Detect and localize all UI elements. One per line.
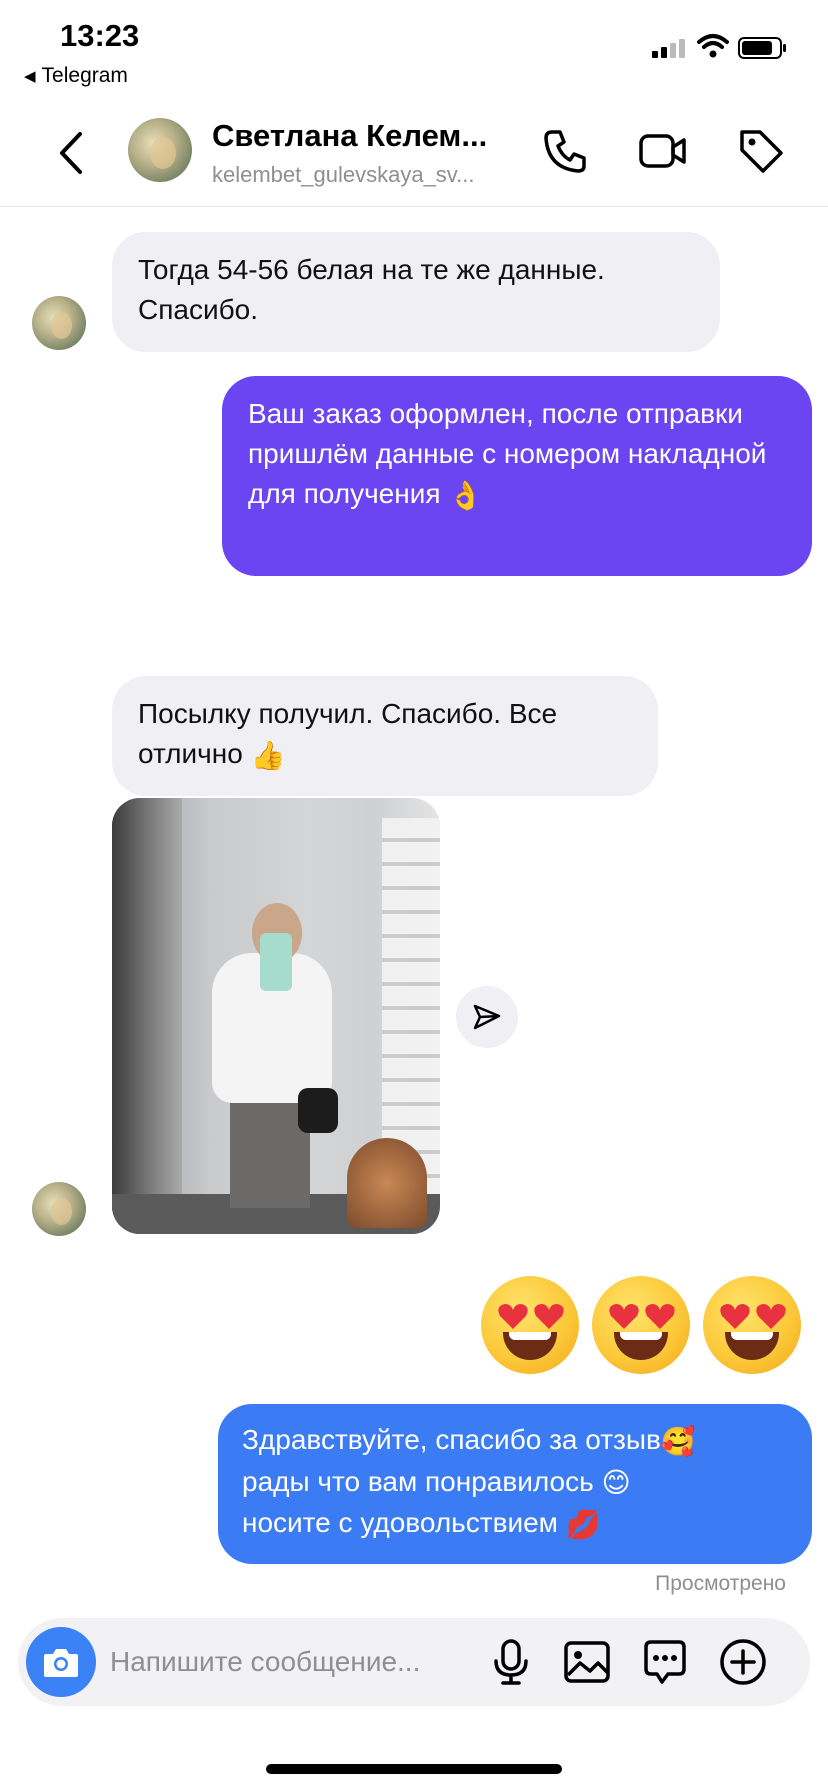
contact-username[interactable]: kelembet_gulevskaya_sv... <box>212 162 475 188</box>
message-input[interactable] <box>110 1640 490 1684</box>
heart-eyes-emoji <box>703 1276 801 1374</box>
back-triangle-icon: ◀ <box>24 68 36 85</box>
message-text: Ваш заказ оформлен, после отправки пришл… <box>248 398 767 509</box>
wifi-icon <box>697 34 729 58</box>
phone-icon[interactable] <box>540 126 590 176</box>
message-bubble-incoming[interactable]: Тогда 54-56 белая на те же данные. Спаси… <box>112 232 720 352</box>
photo-message[interactable] <box>112 798 440 1234</box>
message-text: Тогда 54-56 белая на те же данные. Спаси… <box>138 254 605 325</box>
return-app-label: Telegram <box>41 64 128 87</box>
message-bubble-outgoing[interactable]: Ваш заказ оформлен, после отправки пришл… <box>222 376 812 576</box>
seen-status: Просмотрено <box>655 1572 786 1595</box>
message-line: Здравствуйте, спасибо за отзыв🥰 <box>242 1420 788 1462</box>
kiss-mark-emoji: 💋 <box>565 1508 601 1540</box>
message-line: рады что вам понравилось 😊 <box>242 1462 788 1504</box>
chat-header: Светлана Келем... kelembet_gulevskaya_sv… <box>0 100 828 207</box>
camera-icon <box>44 1649 78 1677</box>
back-chevron-icon[interactable] <box>52 128 92 178</box>
message-bubble-incoming[interactable]: Посылку получил. Спасибо. Все отлично 👍 <box>112 676 658 796</box>
ok-hand-emoji: 👌 <box>448 479 484 511</box>
plus-icon[interactable] <box>718 1637 768 1687</box>
video-camera-icon[interactable] <box>638 126 688 176</box>
contact-avatar[interactable] <box>128 118 192 182</box>
cellular-signal-icon <box>652 39 685 58</box>
tag-icon[interactable] <box>736 126 786 176</box>
message-composer <box>18 1618 810 1706</box>
sender-avatar[interactable] <box>32 1182 86 1236</box>
smiling-face-emoji: 😊 <box>601 1467 631 1499</box>
camera-button[interactable] <box>26 1627 96 1697</box>
return-to-app-link[interactable]: ◀ Telegram <box>24 64 128 88</box>
contact-name[interactable]: Светлана Келем... <box>212 118 487 154</box>
sender-avatar[interactable] <box>32 296 86 350</box>
status-time: 13:23 <box>60 18 140 53</box>
heart-eyes-emoji <box>592 1276 690 1374</box>
message-line: носите с удовольствием 💋 <box>242 1503 788 1545</box>
heart-eyes-emoji <box>481 1276 579 1374</box>
microphone-icon[interactable] <box>486 1637 536 1687</box>
home-indicator[interactable] <box>266 1764 562 1774</box>
battery-icon <box>738 37 786 59</box>
message-bubble-outgoing[interactable]: Здравствуйте, спасибо за отзыв🥰 рады что… <box>218 1404 812 1564</box>
share-button[interactable] <box>456 986 518 1048</box>
sticker-icon[interactable] <box>640 1637 690 1687</box>
send-arrow-icon <box>473 1004 501 1030</box>
smiling-hearts-emoji: 🥰 <box>660 1425 696 1457</box>
gallery-icon[interactable] <box>562 1637 612 1687</box>
message-text: Посылку получил. Спасибо. Все отлично <box>138 698 558 769</box>
thumbs-up-emoji: 👍 <box>250 739 286 771</box>
